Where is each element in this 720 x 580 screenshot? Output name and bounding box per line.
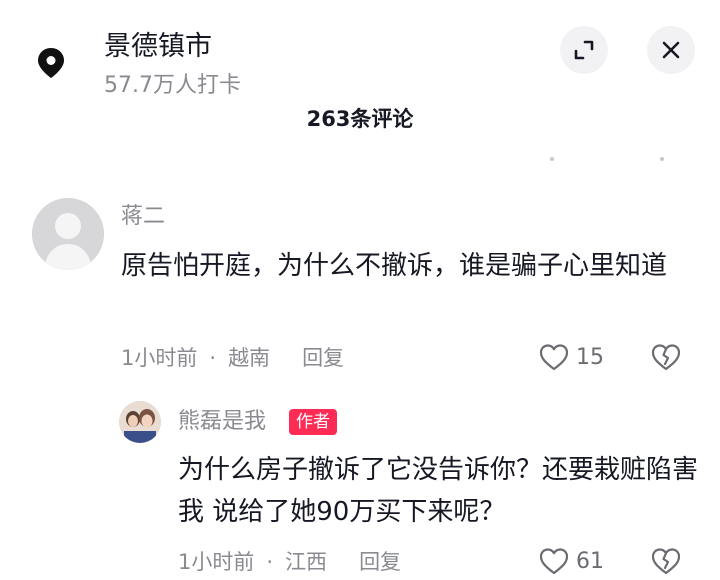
reply-region: 江西 xyxy=(285,550,328,574)
like-button[interactable]: 61 xyxy=(538,546,604,576)
photo-avatar-icon xyxy=(119,401,161,443)
heart-icon xyxy=(539,548,569,575)
like-count: 15 xyxy=(576,344,604,370)
checkin-count: 57.7万人打卡 xyxy=(104,73,241,98)
author-avatar[interactable] xyxy=(119,401,161,443)
expand-icon xyxy=(574,40,594,60)
expand-button[interactable] xyxy=(560,26,608,74)
reply-button[interactable]: 回复 xyxy=(302,346,344,370)
like-count: 61 xyxy=(576,548,604,574)
divider-dots xyxy=(550,157,664,161)
reply-time: 1小时前 xyxy=(178,550,255,574)
broken-heart-icon xyxy=(651,548,681,575)
location-name[interactable]: 景德镇市 xyxy=(104,30,212,64)
avatar[interactable] xyxy=(32,198,104,270)
default-avatar-icon xyxy=(32,198,104,270)
author-badge: 作者 xyxy=(289,409,337,435)
comment-region: 越南 xyxy=(228,346,271,370)
close-icon xyxy=(662,41,680,59)
comment-text: 原告怕开庭，为什么不撤诉，谁是骗子心里知道 xyxy=(121,251,668,281)
meta-separator: · xyxy=(266,550,274,574)
reply-button[interactable]: 回复 xyxy=(359,550,401,574)
like-button[interactable]: 15 xyxy=(538,342,604,372)
comment-username[interactable]: 蒋二 xyxy=(121,203,165,231)
close-button[interactable] xyxy=(647,26,695,74)
reply-username[interactable]: 熊磊是我 xyxy=(178,408,266,436)
reply-meta: 1小时前 · 江西 回复 xyxy=(178,548,401,576)
location-pin-icon xyxy=(33,45,69,81)
broken-heart-icon xyxy=(651,344,681,371)
dislike-button[interactable] xyxy=(650,342,682,376)
comment-meta: 1小时前 · 越南 回复 xyxy=(121,344,344,372)
reply-text: 为什么房子撤诉了它没告诉你？还要栽赃陷害我 说给了她90万买下来呢？ xyxy=(178,455,699,527)
comment-count-title: 263条评论 xyxy=(306,107,414,131)
meta-separator: · xyxy=(209,346,217,370)
comment-time: 1小时前 xyxy=(121,346,198,370)
heart-icon xyxy=(539,344,569,371)
